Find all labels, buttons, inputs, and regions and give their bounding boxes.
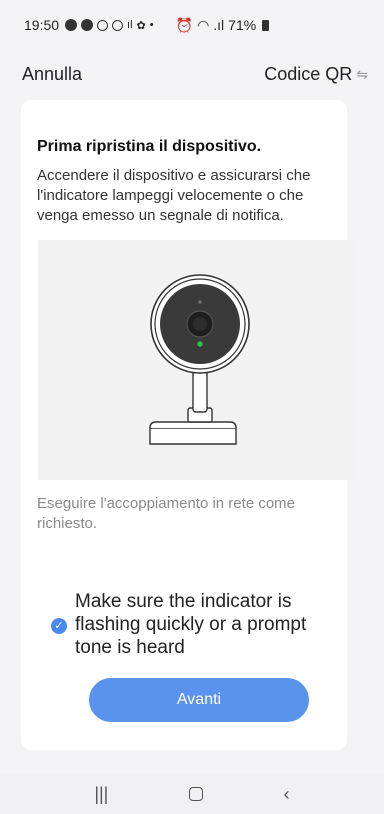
wifi-icon: ◠ bbox=[197, 16, 210, 33]
battery-icon bbox=[262, 19, 270, 31]
camera-icon bbox=[149, 274, 250, 445]
home-icon[interactable] bbox=[189, 787, 204, 801]
phone-icon bbox=[81, 19, 94, 31]
instagram-icon bbox=[97, 19, 109, 31]
cell-signal-icon: .ıl bbox=[213, 17, 225, 33]
notification-icons: ıl ✿ • bbox=[65, 19, 154, 32]
cancel-button[interactable]: Annulla bbox=[22, 64, 82, 85]
threads-icon bbox=[112, 19, 124, 31]
status-bar: 19:50 ıl ✿ • ⏰ ◠ .ıl 71% bbox=[0, 0, 384, 50]
swap-icon: ⇋ bbox=[356, 65, 368, 82]
card-title: Prima ripristina il dispositivo. bbox=[37, 138, 262, 155]
qr-code-button[interactable]: Codice QR ⇋ bbox=[264, 64, 368, 85]
pairing-hint: Eseguire l'accoppiamento in rete come ri… bbox=[37, 495, 296, 532]
top-bar: Annulla Codice QR ⇋ bbox=[0, 58, 384, 90]
recents-icon[interactable]: ||| bbox=[94, 784, 108, 805]
camera-illustration bbox=[38, 240, 358, 480]
qr-code-label: Codice QR bbox=[264, 63, 353, 84]
more-dot-icon: • bbox=[149, 19, 154, 31]
battery-percent: 71% bbox=[228, 17, 257, 33]
status-time: 19:50 bbox=[24, 17, 60, 33]
system-nav-bar: ||| ‹ bbox=[0, 774, 384, 814]
chat-icon bbox=[65, 19, 78, 31]
signal-bars-icon: ıl bbox=[127, 19, 133, 31]
card-description: Accendere il dispositivo e assicurarsi c… bbox=[37, 167, 311, 224]
reset-card: Prima ripristina il dispositivo. Accende… bbox=[21, 100, 358, 750]
confirm-checkbox[interactable]: ✓ Make sure the indicator is flashing qu… bbox=[51, 590, 341, 659]
app-notification-icon: ✿ bbox=[136, 19, 146, 32]
confirm-label: Make sure the indicator is flashing quic… bbox=[75, 591, 307, 658]
chevron-left-icon[interactable]: ‹ bbox=[284, 784, 290, 805]
alarm-icon: ⏰ bbox=[175, 16, 194, 33]
check-circle-icon[interactable]: ✓ bbox=[51, 617, 67, 634]
system-icons: ⏰ ◠ .ıl 71% bbox=[176, 17, 270, 34]
next-button[interactable]: Avanti bbox=[89, 678, 309, 722]
